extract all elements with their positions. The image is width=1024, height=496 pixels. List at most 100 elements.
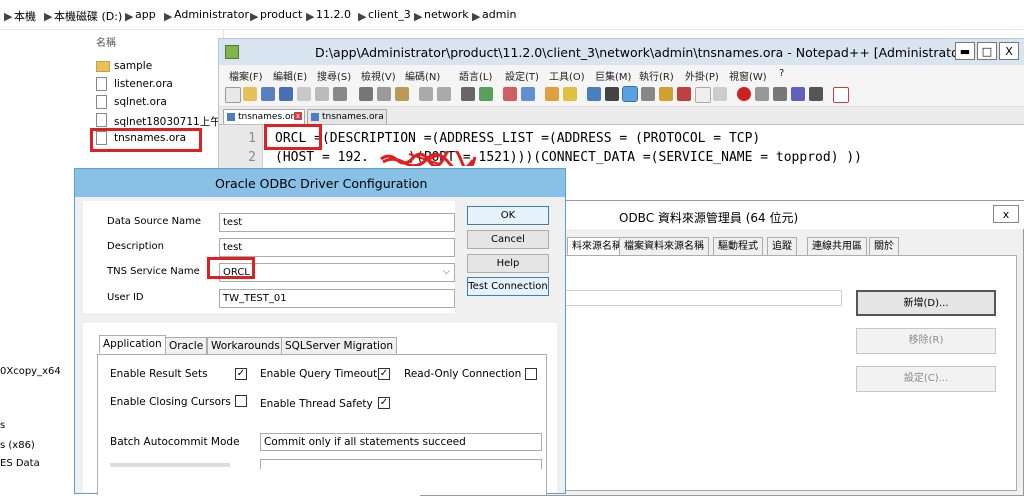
add-button[interactable]: 新增(D)... <box>856 290 996 316</box>
menu-settings[interactable]: 設定(T) <box>505 68 539 83</box>
record-macro-icon[interactable] <box>737 87 751 101</box>
tab-about[interactable]: 關於 <box>869 237 899 255</box>
menu-macro[interactable]: 巨集(M) <box>595 68 631 83</box>
save-macro-icon[interactable] <box>809 87 823 101</box>
code-line[interactable]: ORCL =(DESCRIPTION =(ADDRESS_LIST =(ADDR… <box>275 131 760 146</box>
ok-button[interactable]: OK <box>467 206 549 225</box>
menu-run[interactable]: 執行(R) <box>639 68 674 83</box>
wrap-icon[interactable] <box>587 87 601 101</box>
file-item[interactable]: sqlnet.ora <box>96 94 226 112</box>
close-button[interactable]: X <box>999 42 1019 60</box>
minimize-button[interactable]: ▬ <box>955 42 975 60</box>
nav-item[interactable]: 0Xcopy_x64 <box>0 366 61 377</box>
play-multiple-icon[interactable] <box>791 87 805 101</box>
maximize-button[interactable]: □ <box>977 42 997 60</box>
tab-tnsnames-2[interactable]: tnsnames.ora <box>307 109 387 124</box>
menu-file[interactable]: 檔案(F) <box>229 68 263 83</box>
breadcrumb-item[interactable]: product <box>260 8 302 21</box>
paste-icon[interactable] <box>395 87 409 101</box>
tab-connection-pooling[interactable]: 連線共用區 <box>807 237 867 255</box>
show-all-icon[interactable] <box>605 87 619 101</box>
zoom-out-icon[interactable] <box>521 87 535 101</box>
open-file-icon[interactable] <box>243 87 257 101</box>
print-icon[interactable] <box>333 87 347 101</box>
monitor-icon[interactable] <box>713 87 727 101</box>
enable-result-sets-checkbox[interactable]: ✓ <box>235 368 247 380</box>
find-icon[interactable] <box>461 87 475 101</box>
batch-autocommit-select[interactable]: Commit only if all statements succeed <box>260 433 542 451</box>
breadcrumb-item[interactable]: client_3 <box>368 8 411 21</box>
doc-map-icon[interactable] <box>659 87 673 101</box>
tab-tracing[interactable]: 追蹤 <box>767 237 797 255</box>
undo-icon[interactable] <box>419 87 433 101</box>
tab-user-dsn[interactable]: 料來源名稱 <box>567 237 627 255</box>
description-field[interactable]: test <box>219 238 455 257</box>
file-item[interactable]: sample <box>96 58 226 76</box>
breadcrumb-item[interactable]: 11.2.0 <box>316 8 351 21</box>
folder-workspace-icon[interactable] <box>695 87 711 103</box>
close-button[interactable]: x <box>993 205 1019 223</box>
stop-macro-icon[interactable] <box>755 87 769 101</box>
copy-icon[interactable] <box>377 87 391 101</box>
redo-icon[interactable] <box>437 87 451 101</box>
help-button[interactable]: Help <box>467 254 549 273</box>
menu-search[interactable]: 搜尋(S) <box>317 68 351 83</box>
remove-button[interactable]: 移除(R) <box>856 328 996 354</box>
save-icon[interactable] <box>261 87 275 101</box>
menu-view[interactable]: 檢視(V) <box>361 68 396 83</box>
zoom-in-icon[interactable] <box>503 87 517 101</box>
breadcrumb-item[interactable]: app <box>135 8 156 21</box>
close-all-icon[interactable] <box>315 87 329 101</box>
indent-guide-icon[interactable] <box>622 86 638 102</box>
menu-window[interactable]: 視窗(W) <box>729 68 767 83</box>
read-only-connection-checkbox[interactable] <box>525 368 537 380</box>
oracle-dialog-title-bar[interactable]: Oracle ODBC Driver Configuration <box>75 169 565 197</box>
save-all-icon[interactable] <box>279 87 293 101</box>
configure-button[interactable]: 設定(C)... <box>856 366 996 392</box>
enable-closing-cursors-checkbox[interactable] <box>235 395 247 407</box>
tab-tnsnames[interactable]: tnsnames.ora x <box>223 109 305 124</box>
tab-file-dsn[interactable]: 檔案資料來源名稱 <box>619 237 709 255</box>
close-file-icon[interactable] <box>297 87 311 101</box>
replace-icon[interactable] <box>479 87 493 101</box>
notepad-title-bar[interactable]: D:\app\Administrator\product\11.2.0\clie… <box>219 39 1024 65</box>
sync-h-icon[interactable] <box>563 87 577 101</box>
breadcrumb-item[interactable]: 本機 <box>14 8 36 24</box>
lang-icon[interactable] <box>641 87 655 101</box>
breadcrumb-item[interactable]: admin <box>482 8 516 21</box>
user-id-field[interactable]: TW_TEST_01 <box>219 289 455 308</box>
tab-drivers[interactable]: 驅動程式 <box>713 237 763 255</box>
menu-plugins[interactable]: 外掛(P) <box>685 68 719 83</box>
tab-workarounds[interactable]: Workarounds <box>207 337 284 355</box>
column-header-name[interactable]: 名稱 <box>84 30 224 50</box>
sync-v-icon[interactable] <box>545 87 559 101</box>
cut-icon[interactable] <box>359 87 373 101</box>
play-macro-icon[interactable] <box>773 87 787 101</box>
nav-item[interactable]: s <box>0 420 5 431</box>
new-file-icon[interactable] <box>225 87 241 103</box>
code-line[interactable]: (HOST = 192. )(PORT = 1521)))(CONNECT_DA… <box>275 150 862 165</box>
test-connection-button[interactable]: Test Connection <box>467 277 549 296</box>
close-icon[interactable]: x <box>294 112 302 120</box>
next-option-select[interactable] <box>260 459 542 469</box>
cancel-button[interactable]: Cancel <box>467 230 549 249</box>
nav-item[interactable]: s (x86) <box>0 440 35 451</box>
nav-item[interactable]: ES Data <box>0 458 40 469</box>
breadcrumb-item[interactable]: 本機磁碟 (D:) <box>54 8 122 24</box>
dsn-list[interactable] <box>560 290 842 306</box>
dsn-field[interactable]: test <box>219 213 455 232</box>
menu-help[interactable]: ? <box>779 68 784 79</box>
file-item[interactable]: listener.ora <box>96 76 226 94</box>
tab-application[interactable]: Application <box>99 335 166 354</box>
breadcrumb-item[interactable]: Administrator <box>174 8 249 21</box>
tab-oracle[interactable]: Oracle <box>165 337 208 355</box>
menu-tools[interactable]: 工具(O) <box>549 68 585 83</box>
menu-encoding[interactable]: 編碼(N) <box>405 68 440 83</box>
enable-query-timeout-checkbox[interactable]: ✓ <box>378 368 390 380</box>
menu-edit[interactable]: 編輯(E) <box>273 68 307 83</box>
enable-thread-safety-checkbox[interactable]: ✓ <box>378 397 390 409</box>
spellcheck-icon[interactable] <box>833 87 849 103</box>
function-list-icon[interactable] <box>677 87 691 101</box>
menu-language[interactable]: 語言(L) <box>459 68 492 83</box>
address-bar[interactable]: ▶ 本機 ▶ 本機磁碟 (D:) ▶ app ▶ Administrator ▶… <box>0 0 1024 30</box>
